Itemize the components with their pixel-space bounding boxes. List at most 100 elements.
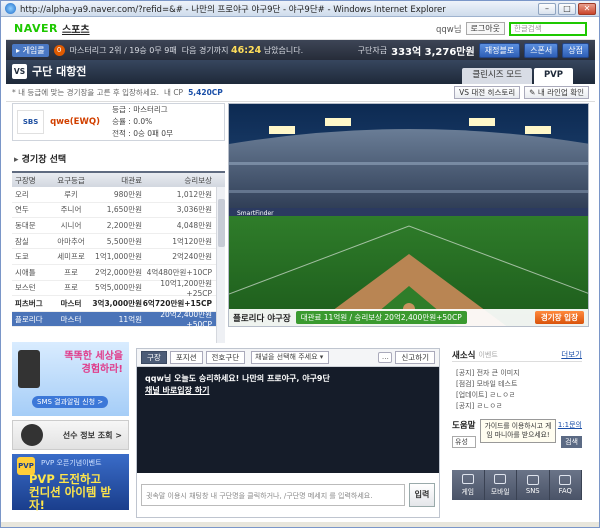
- news-list: [공지] 전자 큰 이미지 [점검] 모바일 테스트 [업데이트] ㄹㄴㅇㄹ […: [452, 368, 582, 412]
- sponsor-button[interactable]: 스폰서: [524, 42, 559, 58]
- cell-fee: 3억3,000만원: [92, 298, 142, 308]
- table-row[interactable]: 오리 루키 980만원 1,012만원: [12, 187, 225, 203]
- team-name[interactable]: qwe(EWQ): [50, 117, 106, 127]
- chat-panel: 구장 포지션 전호구단 채널을 선택해 주세요 ▾ … 신고하기 qqw님 오늘…: [136, 348, 440, 518]
- channel-enter-link[interactable]: 채널 바로입장 하기: [145, 385, 431, 397]
- cell-reward: 1억120만원: [172, 236, 212, 246]
- pvp-event-small: PVP 오픈기념이벤트: [41, 459, 102, 467]
- close-button[interactable]: ✕: [578, 2, 596, 15]
- guide-tooltip: 가이드를 이용하시고 게임 마니아를 받으세요!: [480, 419, 556, 443]
- pvp-event-line2: 컨디션 아이템 받자!: [29, 485, 112, 512]
- table-row[interactable]: 보스턴 프로 5억5,000만원 10억1,200만원+25CP: [12, 279, 225, 298]
- game-rule-label: 게임룰: [22, 45, 45, 55]
- sns-shortcut[interactable]: SNS: [517, 470, 550, 500]
- shop-button[interactable]: 상점: [562, 42, 589, 58]
- list-item[interactable]: [점검] 모바일 테스트: [452, 379, 582, 390]
- enter-stadium-button[interactable]: 경기장 입장: [534, 311, 584, 324]
- table-row[interactable]: 플로리다 마스터 11억원 20억2,400만원+50CP: [12, 310, 225, 328]
- next-game-suffix: 남았습니다.: [263, 45, 304, 55]
- battle-history-button[interactable]: VS 대전 히스토리: [454, 86, 521, 99]
- event-tab[interactable]: 이벤트: [478, 350, 497, 360]
- sms-apply-button[interactable]: SMS 결과알림 신청 >: [32, 396, 109, 408]
- header-name: 구장명: [15, 175, 36, 185]
- chat-tabs: 구장 포지션 전호구단 채널을 선택해 주세요 ▾ … 신고하기: [137, 349, 439, 367]
- chat-tab-stadium[interactable]: 구장: [141, 351, 167, 364]
- sms-ad-banner[interactable]: 똑똑한 세상을 경험하라! SMS 결과알림 신청 >: [12, 342, 129, 416]
- faq-shortcut-label: FAQ: [558, 487, 572, 495]
- game-shortcut[interactable]: 게임: [452, 470, 485, 500]
- game-status-bar: ▸ 게임룰 0 마스터리그 2위 / 19승 0무 9패 다음 경기까지 46:…: [6, 40, 595, 60]
- news-header: 새소식 이벤트 더보기: [452, 348, 582, 362]
- report-button[interactable]: 신고하기: [395, 351, 435, 364]
- stadium-select-title: 경기장 선택: [14, 152, 225, 165]
- news-more-link[interactable]: 더보기: [561, 349, 582, 360]
- channel-select[interactable]: 채널을 선택해 주세요 ▾: [251, 351, 330, 364]
- player-silhouette-icon: [21, 424, 43, 446]
- chat-tab-position[interactable]: 포지션: [169, 351, 203, 364]
- cell-fee: 5,500만원: [106, 236, 142, 246]
- stadium-image: SmartFinder: [229, 104, 588, 326]
- naver-logo[interactable]: NAVER: [14, 22, 58, 35]
- mobile-shortcut[interactable]: 모바일: [485, 470, 517, 500]
- cell-fee: 1,650만원: [106, 205, 142, 215]
- cell-name: 동대문: [15, 220, 36, 230]
- cell-grade: 마스터: [60, 314, 82, 324]
- chat-input[interactable]: 귓속말 이용시 채팅창 내 구단명을 클릭하거나, /구단명 메세지 를 입력하…: [141, 484, 405, 506]
- player-info-label: 선수 정보 조회 >: [62, 430, 122, 440]
- game-rule-button[interactable]: ▸ 게임룰: [12, 43, 49, 57]
- team-record: 전적 : 0승 0패 0무: [112, 129, 173, 138]
- quick-icon-bar: 게임 모바일 SNS FAQ: [452, 470, 582, 500]
- pvp-event-banner[interactable]: PVP PVP 오픈기념이벤트 PVP 도전하고 컨디션 아이템 받자!: [12, 454, 129, 512]
- sms-ad-line1: 똑똑한 세상을: [64, 351, 123, 362]
- minimize-button[interactable]: –: [538, 2, 556, 15]
- money-label: 구단자금: [357, 45, 388, 55]
- cell-name: 오리: [15, 189, 29, 199]
- tab-pvp[interactable]: PVP: [533, 68, 573, 84]
- header-grade: 요구등급: [57, 175, 85, 185]
- news-title[interactable]: 새소식: [452, 349, 475, 361]
- logout-button[interactable]: 로그아웃: [465, 22, 505, 35]
- cp-label: 내 CP: [164, 88, 184, 97]
- cell-name: 보스턴: [15, 283, 36, 293]
- header-fee: 대관료: [121, 175, 142, 185]
- user-name: qqw님: [435, 24, 462, 35]
- team-logo: SBS: [17, 110, 45, 134]
- notification-badge[interactable]: 0: [53, 44, 65, 56]
- help-search-input[interactable]: 유성: [452, 436, 476, 448]
- tab-classic-mode[interactable]: 클린시즈 모드: [462, 68, 532, 84]
- chat-tab-team[interactable]: 전호구단: [205, 351, 246, 364]
- scroll-thumb[interactable]: [218, 199, 225, 247]
- table-row[interactable]: 연두 주니어 1,650만원 3,036만원: [12, 203, 225, 219]
- stadium-rows: 오리 루키 980만원 1,012만원 연두 주니어 1,650만원 3,036만원 동대문 시니…: [12, 187, 225, 328]
- chat-send-button[interactable]: 입력: [409, 483, 435, 507]
- league-status: 마스터리그 2위 / 19승 0무 9패: [69, 45, 177, 55]
- cell-name: 시애틀: [15, 267, 36, 277]
- faq-shortcut[interactable]: FAQ: [550, 470, 582, 500]
- team-winrate: 승률 : 0.0%: [112, 117, 153, 126]
- table-row[interactable]: 동대문 시니어 2,200만원 4,048만원: [12, 218, 225, 234]
- cell-reward: 3,036만원: [176, 205, 212, 215]
- chat-message: qqw님 오늘도 승리하세요! 나만의 프로야구, 야구9단: [145, 374, 330, 383]
- stadium-table: 구장명 요구등급 대관료 승리보상 오리 루키 980만원 1,012만원 연두 주니어 1…: [12, 171, 225, 343]
- sports-link[interactable]: 스포츠: [62, 21, 90, 36]
- finance-button[interactable]: 재정블로: [478, 42, 521, 58]
- help-search-button[interactable]: 검색: [561, 436, 582, 448]
- list-item[interactable]: [공지] ㄹㄴㅇㄹ: [452, 401, 582, 412]
- lineup-check-button[interactable]: ✎ 내 라인업 확인: [524, 86, 589, 99]
- inquiry-link[interactable]: 1:1문의: [558, 420, 582, 430]
- player-info-banner[interactable]: 선수 정보 조회 >: [12, 420, 129, 450]
- info-text: * 내 등급에 맞는 경기장을 고른 후 입장하세요.: [12, 88, 160, 97]
- search-input[interactable]: 한글검색: [509, 21, 587, 36]
- table-row[interactable]: 도쿄 세미프로 1억1,000만원 2억240만원: [12, 249, 225, 265]
- next-game-time: 46:24: [231, 44, 262, 56]
- cell-reward: 4억480만원+10CP: [146, 267, 212, 277]
- info-strip: * 내 등급에 맞는 경기장을 고른 후 입장하세요. 내 CP 5,420CP…: [6, 84, 595, 102]
- cell-reward: 20억2,400만원+50CP: [160, 310, 212, 328]
- table-scrollbar[interactable]: [216, 187, 225, 343]
- cell-name: 피츠버그: [15, 298, 43, 308]
- speech-bubble-icon[interactable]: …: [378, 352, 393, 363]
- maximize-button[interactable]: □: [558, 2, 576, 15]
- list-item[interactable]: [업데이트] ㄹㄴㅇㄹ: [452, 390, 582, 401]
- table-row[interactable]: 잠실 아마추어 5,500만원 1억120만원: [12, 234, 225, 250]
- list-item[interactable]: [공지] 전자 큰 이미지: [452, 368, 582, 379]
